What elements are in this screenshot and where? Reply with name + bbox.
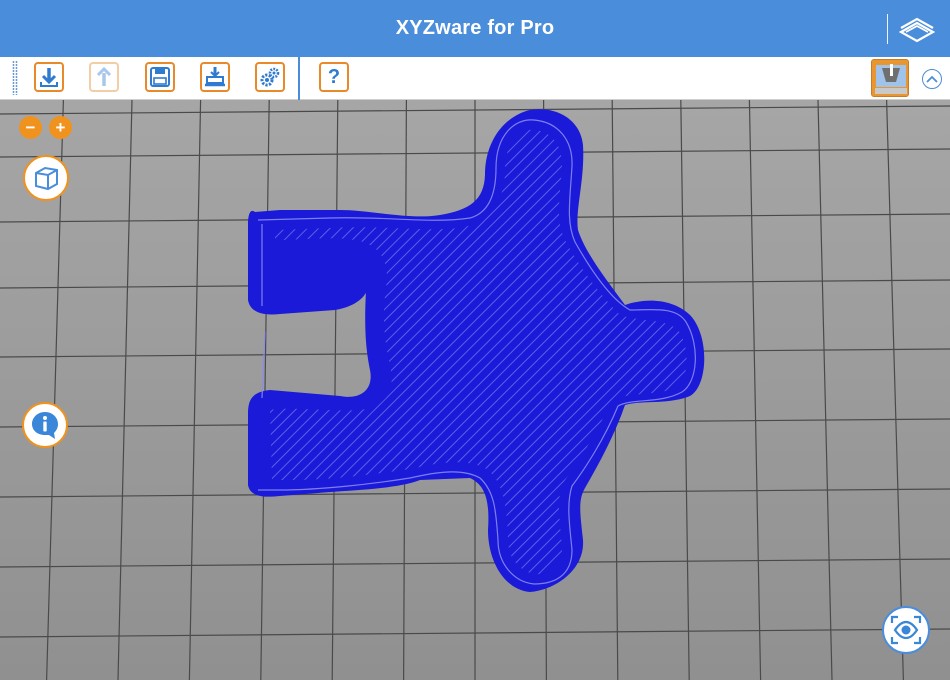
- import-button[interactable]: [34, 62, 64, 92]
- gears-icon: [260, 67, 280, 87]
- view-cube-button[interactable]: [23, 155, 69, 201]
- info-button[interactable]: [22, 402, 68, 448]
- info-icon: [32, 412, 58, 439]
- xyz-logo-icon[interactable]: [898, 14, 936, 44]
- title-bar: XYZware for Pro: [0, 0, 950, 56]
- toolbar-grip-icon[interactable]: [12, 61, 18, 95]
- eye-view-icon: [890, 615, 922, 645]
- app-title: XYZware for Pro: [395, 16, 555, 39]
- export-button[interactable]: [89, 62, 119, 92]
- printer-status-icon: [872, 60, 908, 96]
- export-arrow-icon: [96, 66, 112, 86]
- save-button[interactable]: [145, 62, 175, 92]
- import-arrow-icon: [40, 68, 58, 87]
- chevron-up-icon: [926, 75, 938, 83]
- toolbar-divider: [298, 57, 300, 100]
- build-plate-grid: [0, 100, 950, 680]
- print-button[interactable]: [200, 62, 230, 92]
- build-plate-viewport[interactable]: − +: [0, 100, 950, 680]
- help-button[interactable]: ?: [319, 62, 349, 92]
- view-mode-button[interactable]: [882, 606, 930, 654]
- print-to-printer-icon: [205, 67, 225, 87]
- settings-button[interactable]: [255, 62, 285, 92]
- zoom-out-button[interactable]: −: [19, 116, 42, 139]
- zoom-in-button[interactable]: +: [49, 116, 72, 139]
- cube-icon: [35, 166, 58, 191]
- main-toolbar: ?: [0, 56, 950, 100]
- collapse-toolbar-button[interactable]: [922, 69, 942, 89]
- printer-status-button[interactable]: [871, 59, 909, 97]
- title-separator: [887, 14, 888, 44]
- floppy-disk-icon: [150, 67, 170, 87]
